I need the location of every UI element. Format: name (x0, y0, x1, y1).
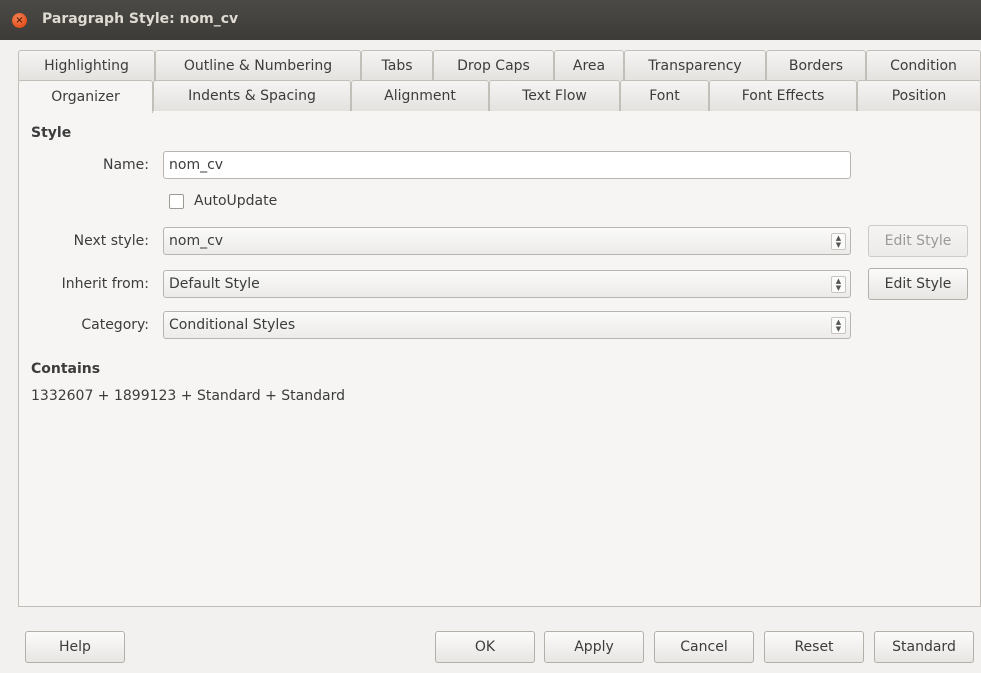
tab-font[interactable]: Font (620, 80, 709, 111)
autoupdate-row[interactable]: AutoUpdate (169, 193, 277, 209)
autoupdate-checkbox[interactable] (169, 193, 184, 209)
window-title: Paragraph Style: nom_cv (42, 11, 239, 27)
tab-row-top: Highlighting Outline & Numbering Tabs Dr… (18, 50, 981, 81)
category-select[interactable]: Conditional Styles ▲ ▼ (163, 311, 851, 339)
category-label: Category: (81, 317, 149, 333)
contains-text: 1332607 + 1899123 + Standard + Standard (31, 388, 345, 404)
tab-area[interactable]: Area (554, 50, 624, 81)
tab-borders[interactable]: Borders (766, 50, 866, 81)
next-style-select[interactable]: nom_cv ▲ ▼ (163, 227, 851, 255)
inherit-from-label: Inherit from: (61, 276, 149, 292)
cancel-button[interactable]: Cancel (654, 631, 754, 663)
tab-font-effects[interactable]: Font Effects (709, 80, 857, 111)
reset-button[interactable]: Reset (764, 631, 864, 663)
edit-next-style-button[interactable]: Edit Style (868, 225, 968, 257)
tab-condition[interactable]: Condition (866, 50, 981, 81)
style-heading: Style (31, 125, 72, 141)
category-value: Conditional Styles (169, 317, 296, 333)
inherit-from-value: Default Style (169, 276, 260, 292)
tab-row-bottom: Organizer Indents & Spacing Alignment Te… (18, 80, 981, 113)
spin-up-down-icon[interactable]: ▲ ▼ (831, 276, 846, 293)
tab-indents-spacing[interactable]: Indents & Spacing (153, 80, 351, 111)
spin-up-down-icon[interactable]: ▲ ▼ (831, 233, 846, 250)
name-label: Name: (102, 157, 149, 173)
title-bar: × Paragraph Style: nom_cv (0, 0, 981, 40)
tab-organizer[interactable]: Organizer (18, 80, 153, 113)
name-input[interactable] (163, 151, 851, 179)
inherit-from-select[interactable]: Default Style ▲ ▼ (163, 270, 851, 298)
tab-highlighting[interactable]: Highlighting (18, 50, 155, 81)
contains-heading: Contains (31, 361, 101, 377)
help-button[interactable]: Help (25, 631, 125, 663)
spin-up-down-icon[interactable]: ▲ ▼ (831, 317, 846, 334)
tab-alignment[interactable]: Alignment (351, 80, 489, 111)
close-icon[interactable]: × (12, 13, 27, 28)
tab-transparency[interactable]: Transparency (624, 50, 766, 81)
next-style-label: Next style: (73, 233, 149, 249)
ok-button[interactable]: OK (435, 631, 535, 663)
tab-position[interactable]: Position (857, 80, 981, 111)
edit-inherit-style-button[interactable]: Edit Style (868, 268, 968, 300)
organizer-panel: Style Name: AutoUpdate Next style: nom_c… (18, 111, 981, 607)
apply-button[interactable]: Apply (544, 631, 644, 663)
tab-drop-caps[interactable]: Drop Caps (433, 50, 554, 81)
tab-tabs[interactable]: Tabs (361, 50, 433, 81)
tab-outline-numbering[interactable]: Outline & Numbering (155, 50, 361, 81)
standard-button[interactable]: Standard (874, 631, 974, 663)
autoupdate-label: AutoUpdate (194, 193, 278, 209)
next-style-value: nom_cv (169, 233, 224, 249)
tab-text-flow[interactable]: Text Flow (489, 80, 620, 111)
